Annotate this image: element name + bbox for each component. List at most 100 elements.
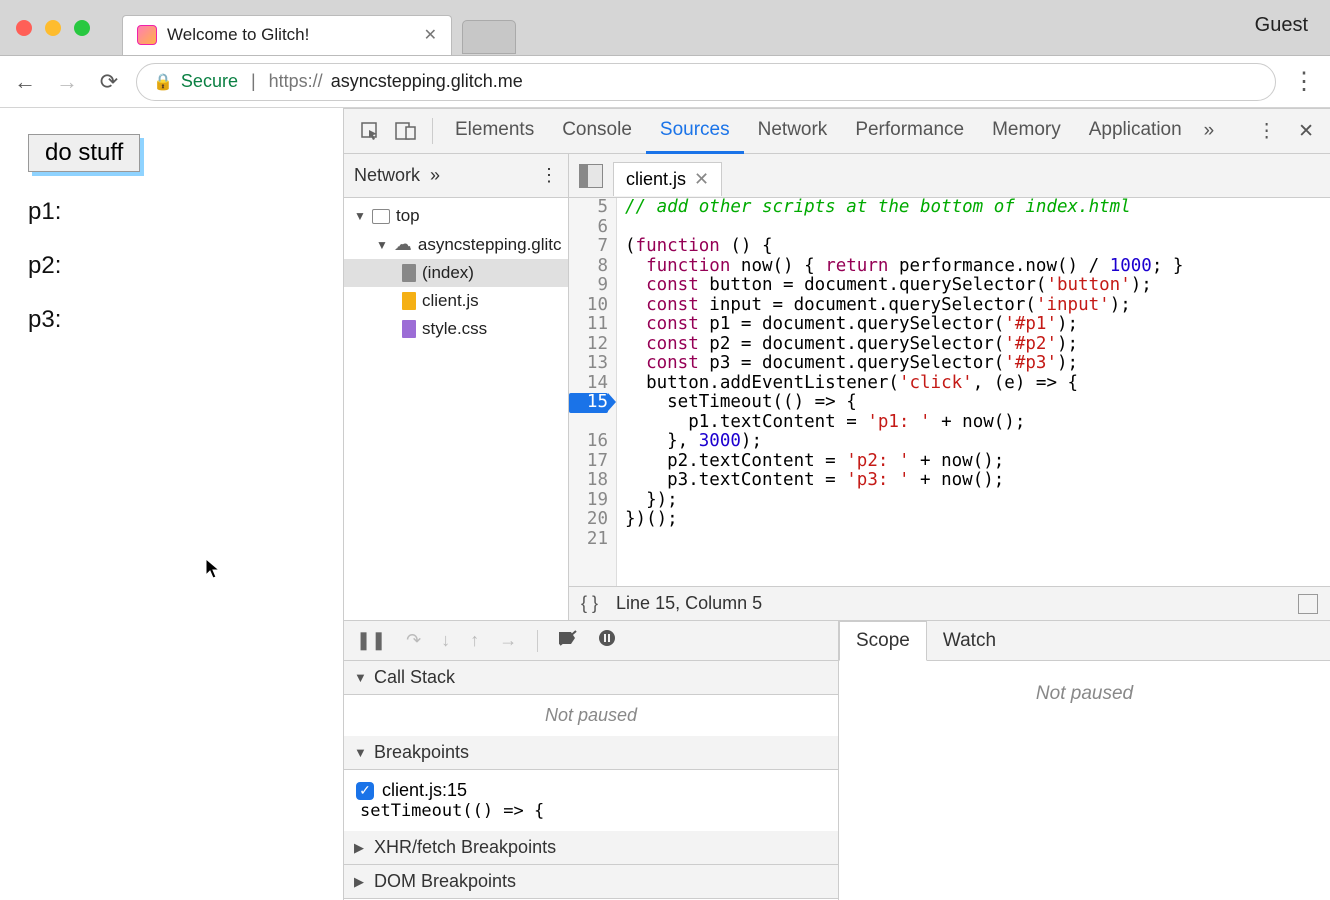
reload-button[interactable]: ⟳ xyxy=(94,67,124,97)
close-editor-tab-icon[interactable]: ✕ xyxy=(694,169,709,190)
new-tab-button[interactable] xyxy=(462,20,516,54)
editor-area: client.js ✕ 5 6 7 8 9 10 11 12 13 14 15 … xyxy=(569,154,1330,620)
more-tabs-icon[interactable]: » xyxy=(1196,120,1223,142)
breakpoint-row[interactable]: ✓ client.js:15 xyxy=(356,780,826,801)
url-separator: | xyxy=(246,71,261,92)
debugger-toolbar: ❚❚ ↷ ↓ ↑ → xyxy=(344,621,838,661)
navigator-more-tabs-icon[interactable]: » xyxy=(430,165,440,186)
disclosure-triangle-icon: ▶ xyxy=(354,840,366,856)
source-text[interactable]: // add other scripts at the bottom of in… xyxy=(617,198,1183,586)
disclosure-triangle-icon: ▼ xyxy=(354,670,366,685)
devtools-tabs: ElementsConsoleSourcesNetworkPerformance… xyxy=(344,109,1330,154)
editor-status-bar: { } Line 15, Column 5 xyxy=(569,586,1330,620)
pause-on-exceptions-icon[interactable] xyxy=(598,629,616,652)
disclosure-triangle-icon: ▼ xyxy=(354,745,366,760)
breakpoint-checkbox[interactable]: ✓ xyxy=(356,782,374,800)
call-stack-label: Call Stack xyxy=(374,667,455,688)
file-icon xyxy=(402,264,416,282)
devtools-menu-icon[interactable]: ⋮ xyxy=(1249,120,1284,143)
device-toolbar-icon[interactable] xyxy=(388,113,424,149)
secure-label: Secure xyxy=(181,71,238,92)
p2-label: p2: xyxy=(28,252,315,280)
xhr-breakpoints-header[interactable]: ▶ XHR/fetch Breakpoints xyxy=(344,831,838,865)
scope-tab[interactable]: Scope xyxy=(839,621,927,661)
watch-tab[interactable]: Watch xyxy=(927,622,1012,660)
call-stack-header[interactable]: ▼ Call Stack xyxy=(344,661,838,695)
file-tree: ▼ top ▼ ☁ asyncstepping.glitc (index) xyxy=(344,198,568,347)
line-gutter[interactable]: 5 6 7 8 9 10 11 12 13 14 15 16 17 18 19 … xyxy=(569,198,617,586)
debugger-left: ❚❚ ↷ ↓ ↑ → ▼ xyxy=(344,621,839,900)
minimize-window-button[interactable] xyxy=(45,20,61,36)
devtools-body: Network » ⋮ ▼ top ▼ ☁ asyncste xyxy=(344,154,1330,900)
devtools-tab-application[interactable]: Application xyxy=(1075,109,1196,154)
tree-file-stylecss[interactable]: style.css xyxy=(344,315,568,343)
breakpoint-location: client.js:15 xyxy=(382,780,467,801)
deactivate-breakpoints-icon[interactable] xyxy=(558,629,578,652)
js-file-icon xyxy=(402,292,416,310)
disclosure-triangle-icon: ▶ xyxy=(354,874,366,890)
close-devtools-icon[interactable]: ✕ xyxy=(1290,120,1322,143)
tree-label: top xyxy=(396,206,420,226)
dom-breakpoints-header[interactable]: ▶ DOM Breakpoints xyxy=(344,865,838,899)
pretty-print-icon[interactable]: { } xyxy=(581,593,598,614)
breakpoints-body: ✓ client.js:15 setTimeout(() => { xyxy=(344,770,838,831)
cloud-icon: ☁ xyxy=(394,234,412,255)
debugger-right: Scope Watch Not paused xyxy=(839,621,1330,900)
breakpoints-label: Breakpoints xyxy=(374,742,469,763)
tree-label: asyncstepping.glitc xyxy=(418,235,562,255)
source-code[interactable]: 5 6 7 8 9 10 11 12 13 14 15 16 17 18 19 … xyxy=(569,198,1330,586)
scope-watch-tabs: Scope Watch xyxy=(839,621,1330,661)
disclosure-triangle-icon[interactable]: ▼ xyxy=(354,209,366,223)
back-button[interactable]: ← xyxy=(10,67,40,97)
devtools-tab-sources[interactable]: Sources xyxy=(646,109,744,154)
browser-tab[interactable]: Welcome to Glitch! ✕ xyxy=(122,15,452,55)
maximize-window-button[interactable] xyxy=(74,20,90,36)
toggle-navigator-icon[interactable] xyxy=(579,164,603,188)
omnibox[interactable]: 🔒 Secure | https://asyncstepping.glitch.… xyxy=(136,63,1276,101)
separator xyxy=(537,630,538,652)
page-content: do stuff p1: p2: p3: xyxy=(0,108,343,900)
devtools-tab-console[interactable]: Console xyxy=(548,109,646,154)
tree-domain[interactable]: ▼ ☁ asyncstepping.glitc xyxy=(344,230,568,259)
navigator-tab[interactable]: Network xyxy=(354,165,420,186)
debugger-panel: ❚❚ ↷ ↓ ↑ → ▼ xyxy=(344,620,1330,900)
window-icon xyxy=(372,209,390,224)
forward-button: → xyxy=(52,67,82,97)
step-out-icon: ↑ xyxy=(470,630,479,651)
separator xyxy=(432,118,433,144)
tree-top[interactable]: ▼ top xyxy=(344,202,568,230)
p1-label: p1: xyxy=(28,198,315,226)
breakpoints-header[interactable]: ▼ Breakpoints xyxy=(344,736,838,770)
browser-menu-button[interactable]: ⋮ xyxy=(1288,66,1320,98)
cursor-position: Line 15, Column 5 xyxy=(616,593,762,614)
lock-icon: 🔒 xyxy=(153,72,173,92)
devtools-tab-network[interactable]: Network xyxy=(744,109,842,154)
tree-file-clientjs[interactable]: client.js xyxy=(344,287,568,315)
editor-tab-clientjs[interactable]: client.js ✕ xyxy=(613,162,722,196)
css-file-icon xyxy=(402,320,416,338)
main-area: do stuff p1: p2: p3: ElementsConsoleSour… xyxy=(0,108,1330,900)
devtools-tab-elements[interactable]: Elements xyxy=(441,109,548,154)
tree-file-index[interactable]: (index) xyxy=(344,259,568,287)
navigator-header: Network » ⋮ xyxy=(344,154,568,198)
toggle-debugger-sidebar-icon[interactable] xyxy=(1298,594,1318,614)
pause-icon[interactable]: ❚❚ xyxy=(356,630,386,651)
p3-label: p3: xyxy=(28,306,315,334)
disclosure-triangle-icon[interactable]: ▼ xyxy=(376,238,388,252)
dom-breakpoints-label: DOM Breakpoints xyxy=(374,871,516,892)
step-into-icon: ↓ xyxy=(441,630,450,651)
tab-title: Welcome to Glitch! xyxy=(167,25,414,45)
editor-tabs: client.js ✕ xyxy=(569,154,1330,198)
navigator-menu-icon[interactable]: ⋮ xyxy=(540,165,558,186)
mouse-cursor-icon xyxy=(205,558,221,585)
close-tab-icon[interactable]: ✕ xyxy=(424,25,437,45)
window-controls xyxy=(0,20,106,36)
inspect-element-icon[interactable] xyxy=(352,113,388,149)
close-window-button[interactable] xyxy=(16,20,32,36)
sources-navigator: Network » ⋮ ▼ top ▼ ☁ asyncste xyxy=(344,154,569,620)
url-scheme: https:// xyxy=(269,71,323,92)
devtools-tab-memory[interactable]: Memory xyxy=(978,109,1075,154)
guest-label[interactable]: Guest xyxy=(1255,14,1308,37)
devtools-tab-performance[interactable]: Performance xyxy=(841,109,978,154)
do-stuff-button[interactable]: do stuff xyxy=(28,134,140,172)
